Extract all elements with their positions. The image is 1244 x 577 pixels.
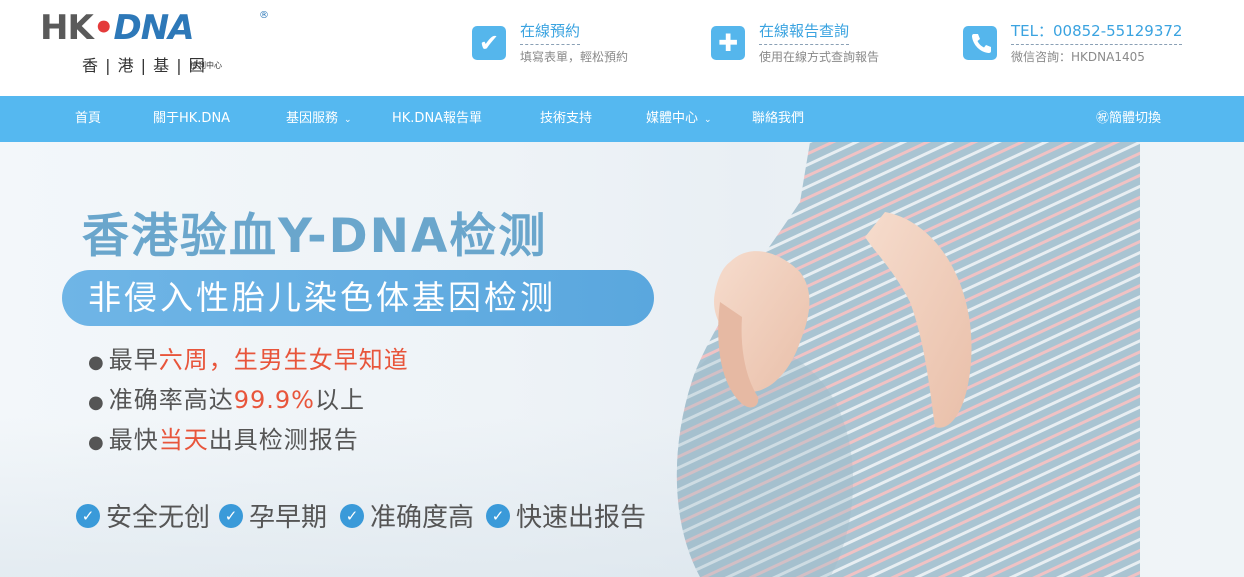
banner-subtitle-text: 非侵入性胎儿染色体基因检测 [88, 278, 556, 317]
site-logo[interactable]: HK•DNA ® 香 | 港 | 基 | 因 檢測中心 [40, 8, 275, 75]
nav-item-media[interactable]: 媒體中心 ⌄ [646, 96, 712, 142]
pregnant-woman-photo [676, 142, 1244, 577]
plus-icon: ✚ [711, 26, 745, 60]
wechat-id: 微信咨詢：HKDNA1405 [1011, 50, 1145, 64]
feature-accurate: ✓ 准确度高 [340, 497, 474, 533]
registered-mark: ® [259, 10, 269, 21]
chevron-down-icon: ⌄ [704, 115, 712, 125]
online-booking-title[interactable]: 在線預約 [520, 20, 581, 45]
chevron-down-icon: ⌄ [344, 115, 352, 125]
report-query-subtitle: 使用在線方式查詢報告 [759, 50, 880, 64]
nav-item-home[interactable]: 首頁 [75, 96, 101, 142]
banner-bullet-1: ● 最早六周，生男生女早知道 [88, 346, 409, 374]
nav-item-gene-services[interactable]: 基因服務 ⌄ [286, 96, 352, 142]
logo-wordmark: HK•DNA [40, 8, 195, 48]
main-nav: 首頁 關于HK.DNA 基因服務 ⌄ HK.DNA報告單 技術支持 媒體中心 ⌄ 聯… [0, 96, 1244, 142]
banner-bullet-2: ● 准确率高达99.9%以上 [88, 386, 365, 414]
bullet-dot-icon: ● [88, 352, 105, 373]
hero-banner[interactable]: 香港验血Y-DNA检测 非侵入性胎儿染色体基因检测 ● 最早六周，生男生女早知道 … [0, 142, 1244, 577]
check-circle-icon: ✓ [76, 503, 100, 528]
phone-number[interactable]: TEL：00852-55129372 [1011, 20, 1183, 45]
check-circle-icon: ✓ [219, 503, 243, 528]
banner-headline: 香港验血Y-DNA检测 [82, 209, 548, 264]
banner-bullet-3: ● 最快当天出具检测报告 [88, 426, 359, 454]
logo-chinese-name: 香 | 港 | 基 | 因 [82, 56, 206, 75]
nav-item-report[interactable]: HK.DNA報告單 [392, 96, 482, 142]
bullet-dot-icon: ● [88, 392, 105, 413]
feature-early: ✓ 孕早期 [219, 497, 327, 533]
nav-item-contact[interactable]: 聯絡我們 [752, 96, 804, 142]
nav-item-tech-support[interactable]: 技術支持 [540, 96, 592, 142]
checkbox-icon: ✔ [472, 26, 506, 60]
bullet-dot-icon: ● [88, 432, 105, 453]
feature-safe: ✓ 安全无创 [76, 497, 210, 533]
check-circle-icon: ✓ [486, 503, 510, 528]
nav-item-about[interactable]: 關于HK.DNA [153, 96, 230, 142]
check-circle-icon: ✓ [340, 503, 364, 528]
site-header: HK•DNA ® 香 | 港 | 基 | 因 檢測中心 ✔ 在線預約 填寫表單，… [0, 0, 1244, 96]
phone-icon [963, 26, 997, 60]
phone-icon-svg [972, 34, 991, 53]
feature-fast-report: ✓ 快速出报告 [486, 497, 646, 533]
report-query-title[interactable]: 在線報告查詢 [759, 20, 850, 45]
language-switch[interactable]: ㊗簡體切換 [1096, 96, 1161, 142]
banner-subtitle-pill: 非侵入性胎儿染色体基因检测 [62, 270, 654, 326]
logo-subtitle: 檢測中心 [190, 61, 222, 70]
online-booking-subtitle: 填寫表單，輕松預約 [520, 50, 629, 64]
